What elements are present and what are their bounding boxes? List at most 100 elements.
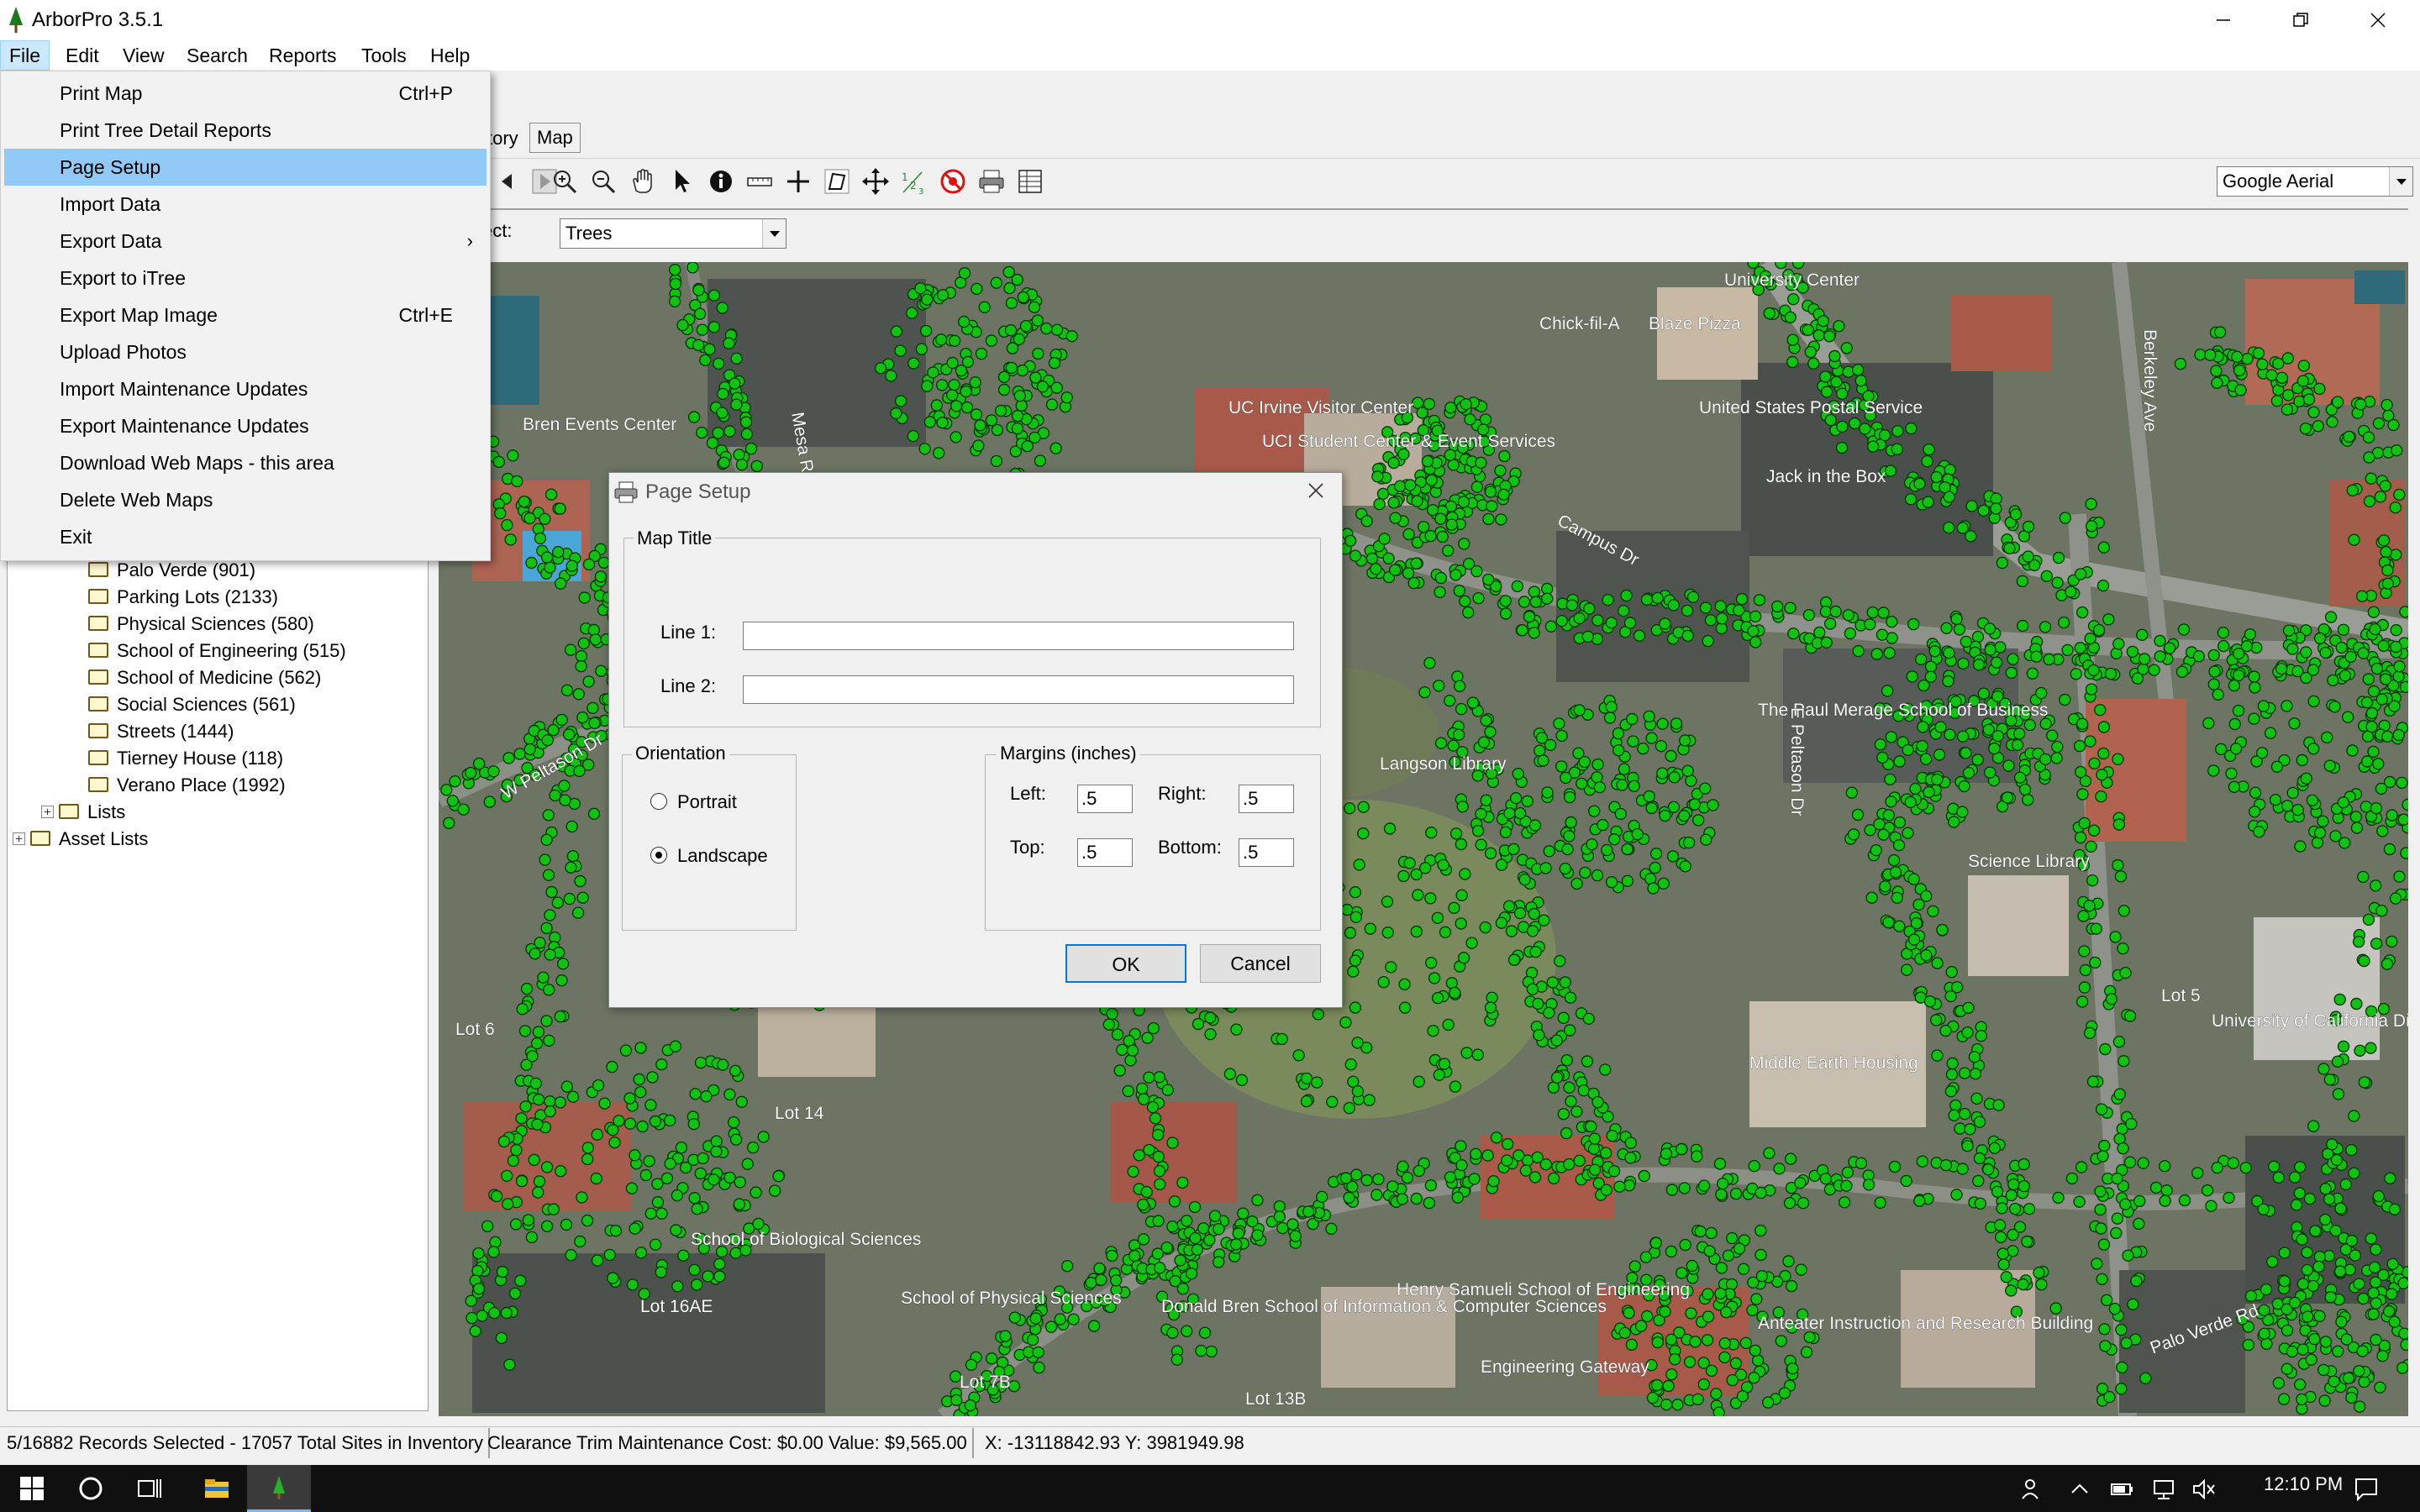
tree-point[interactable] xyxy=(1920,949,1933,962)
tree-point[interactable] xyxy=(542,984,555,996)
tree-point[interactable] xyxy=(1544,620,1558,633)
tree-point[interactable] xyxy=(634,1042,647,1054)
tree-point[interactable] xyxy=(2313,1250,2327,1263)
tree-point[interactable] xyxy=(1154,1262,1166,1274)
tree-point[interactable] xyxy=(2381,958,2394,970)
tree-point[interactable] xyxy=(2390,624,2402,637)
tree-point[interactable] xyxy=(1905,422,1918,435)
tree-point[interactable] xyxy=(2349,1249,2362,1262)
tree-point[interactable] xyxy=(2360,801,2373,813)
menu-tools[interactable]: Tools xyxy=(353,40,415,71)
tree-point[interactable] xyxy=(2319,1336,2333,1348)
tree-point[interactable] xyxy=(994,404,1007,417)
measure-button[interactable] xyxy=(743,165,776,198)
tree-point[interactable] xyxy=(540,1015,553,1027)
tree-point[interactable] xyxy=(2332,1345,2344,1358)
tree-point[interactable] xyxy=(1054,1313,1066,1326)
tree-point[interactable] xyxy=(1509,792,1523,805)
tree-point[interactable] xyxy=(633,1073,645,1086)
tree-point[interactable] xyxy=(1588,1163,1602,1176)
tree-point[interactable] xyxy=(525,556,538,570)
tree-point[interactable] xyxy=(2026,667,2039,680)
tree-point[interactable] xyxy=(2039,621,2052,633)
tree-point[interactable] xyxy=(1748,1371,1760,1384)
tree-point[interactable] xyxy=(2258,1304,2270,1316)
tree-point[interactable] xyxy=(1160,1241,1173,1254)
tree-point[interactable] xyxy=(1977,687,1991,700)
tree-point[interactable] xyxy=(1686,591,1700,603)
tree-point[interactable] xyxy=(2393,660,2406,673)
tree-point[interactable] xyxy=(1923,995,1937,1008)
tree-point[interactable] xyxy=(936,289,950,302)
tree-point[interactable] xyxy=(511,475,523,488)
tree-point[interactable] xyxy=(1387,496,1400,509)
tree-point[interactable] xyxy=(1665,1245,1678,1258)
tree-point[interactable] xyxy=(2074,765,2087,779)
tree-point[interactable] xyxy=(1623,1306,1635,1320)
tree-point[interactable] xyxy=(1237,1207,1249,1220)
tree-point[interactable] xyxy=(975,347,988,360)
tree-point[interactable] xyxy=(1470,480,1484,493)
tree-point[interactable] xyxy=(518,496,531,508)
tree-point[interactable] xyxy=(1087,1320,1101,1332)
tree-point[interactable] xyxy=(1694,1225,1707,1238)
tree-point[interactable] xyxy=(1819,370,1832,383)
top-margin-input[interactable]: .5 xyxy=(1077,838,1133,867)
tree-point[interactable] xyxy=(1722,1249,1735,1263)
tree-point[interactable] xyxy=(1983,622,1996,635)
tree-point[interactable] xyxy=(2097,1238,2111,1251)
tree-point[interactable] xyxy=(2091,1257,2103,1270)
tree-point[interactable] xyxy=(1748,1159,1760,1173)
tree-point[interactable] xyxy=(1365,552,1379,565)
tree-point[interactable] xyxy=(446,795,459,807)
tree-point[interactable] xyxy=(693,307,707,320)
tree-point[interactable] xyxy=(2208,665,2221,678)
tree-point[interactable] xyxy=(2337,796,2350,809)
tree-point[interactable] xyxy=(1344,1058,1357,1071)
tree-point[interactable] xyxy=(1507,953,1521,966)
tree-point[interactable] xyxy=(2379,673,2392,685)
tree-point[interactable] xyxy=(2363,495,2376,507)
tree-point[interactable] xyxy=(2281,1362,2294,1375)
tree-point[interactable] xyxy=(2139,1372,2152,1385)
tree-point[interactable] xyxy=(1576,777,1588,790)
tree-point[interactable] xyxy=(1681,629,1694,643)
tree-point[interactable] xyxy=(1453,585,1466,597)
tree-point[interactable] xyxy=(2007,1245,2019,1257)
tree-point[interactable] xyxy=(1996,1202,2008,1215)
tree-point[interactable] xyxy=(516,1003,529,1016)
select-layer-dropdown[interactable]: Trees xyxy=(560,218,786,249)
tree-point[interactable] xyxy=(2100,1294,2113,1307)
tree-point[interactable] xyxy=(1461,606,1475,619)
tree-point[interactable] xyxy=(1660,1398,1673,1411)
tree-point[interactable] xyxy=(2099,1340,2112,1352)
tree-point[interactable] xyxy=(1943,647,1955,659)
tree-point[interactable] xyxy=(1344,534,1357,547)
tree-point[interactable] xyxy=(1662,1379,1675,1393)
tree-point[interactable] xyxy=(2319,646,2332,659)
tree-point[interactable] xyxy=(1775,262,1787,270)
tree-point[interactable] xyxy=(1401,1171,1414,1184)
tree-point[interactable] xyxy=(544,561,556,574)
tree-point[interactable] xyxy=(1161,1084,1174,1096)
tree-point[interactable] xyxy=(1340,903,1354,916)
tree-point[interactable] xyxy=(1484,1001,1497,1014)
tree-point[interactable] xyxy=(2307,1279,2320,1293)
tree-point[interactable] xyxy=(1616,779,1628,791)
tree-point[interactable] xyxy=(1891,424,1904,438)
tree-point[interactable] xyxy=(1455,889,1468,901)
tree-point[interactable] xyxy=(1924,660,1938,673)
tree-point[interactable] xyxy=(2390,444,2403,457)
tree-point[interactable] xyxy=(1349,954,1362,967)
tree-point[interactable] xyxy=(2005,666,2018,680)
tree-point[interactable] xyxy=(2001,791,2014,804)
tree-point[interactable] xyxy=(1754,1224,1767,1237)
tree-point[interactable] xyxy=(2397,813,2408,826)
tree-point[interactable] xyxy=(2253,826,2265,838)
tree-point[interactable] xyxy=(1929,1014,1943,1026)
tree-point[interactable] xyxy=(1969,1068,1982,1080)
tree-point[interactable] xyxy=(1203,1234,1216,1247)
tree-point[interactable] xyxy=(476,1310,488,1322)
tree-point[interactable] xyxy=(1714,1287,1727,1300)
tree-point[interactable] xyxy=(1746,1304,1759,1317)
